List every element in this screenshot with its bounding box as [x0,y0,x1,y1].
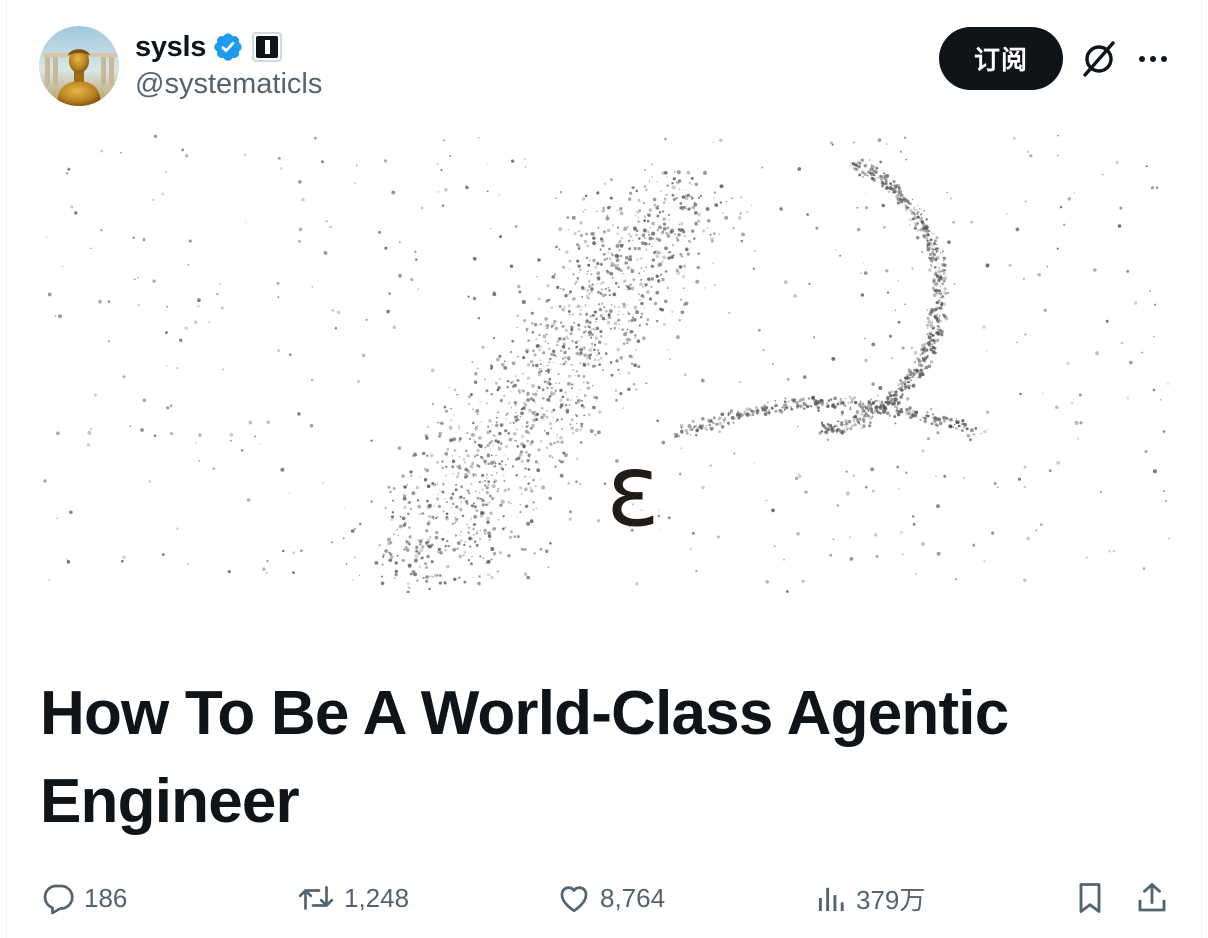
reply-button[interactable]: 186 [40,872,127,924]
reply-count: 186 [84,882,128,913]
like-icon [560,886,588,913]
article-title[interactable]: How To Be A World-Class Agentic Engineer [40,670,1180,846]
views-count: 379万 [856,884,926,915]
share-button[interactable] [1134,872,1170,924]
more-icon[interactable] [1134,44,1172,74]
engagement-bar: 186 1,248 8,764 379万 [0,872,1208,924]
views-icon [818,887,844,912]
bookmark-button[interactable] [1072,872,1108,924]
reply-icon [43,884,74,915]
avatar[interactable] [39,26,119,106]
bookmark-icon [1079,883,1101,913]
affiliation-badge-icon[interactable] [252,32,283,62]
like-count: 8,764 [600,882,666,913]
views-button[interactable]: 379万 [816,872,925,924]
cover-logo-glyph: ɛ [606,432,661,549]
share-icon [1138,883,1166,912]
author-name-row: sysls [135,28,283,66]
verified-badge-icon [214,33,242,61]
article-cover-image[interactable]: ɛ [40,133,1170,593]
grok-icon[interactable] [1078,38,1120,80]
author-display-name[interactable]: sysls [135,31,206,64]
like-button[interactable]: 8,764 [556,872,665,924]
repost-count: 1,248 [344,882,410,913]
subscribe-button[interactable]: 订阅 [939,27,1063,90]
repost-button[interactable]: 1,248 [296,872,409,924]
repost-icon [298,886,334,910]
author-handle[interactable]: @systematicls [135,68,322,101]
